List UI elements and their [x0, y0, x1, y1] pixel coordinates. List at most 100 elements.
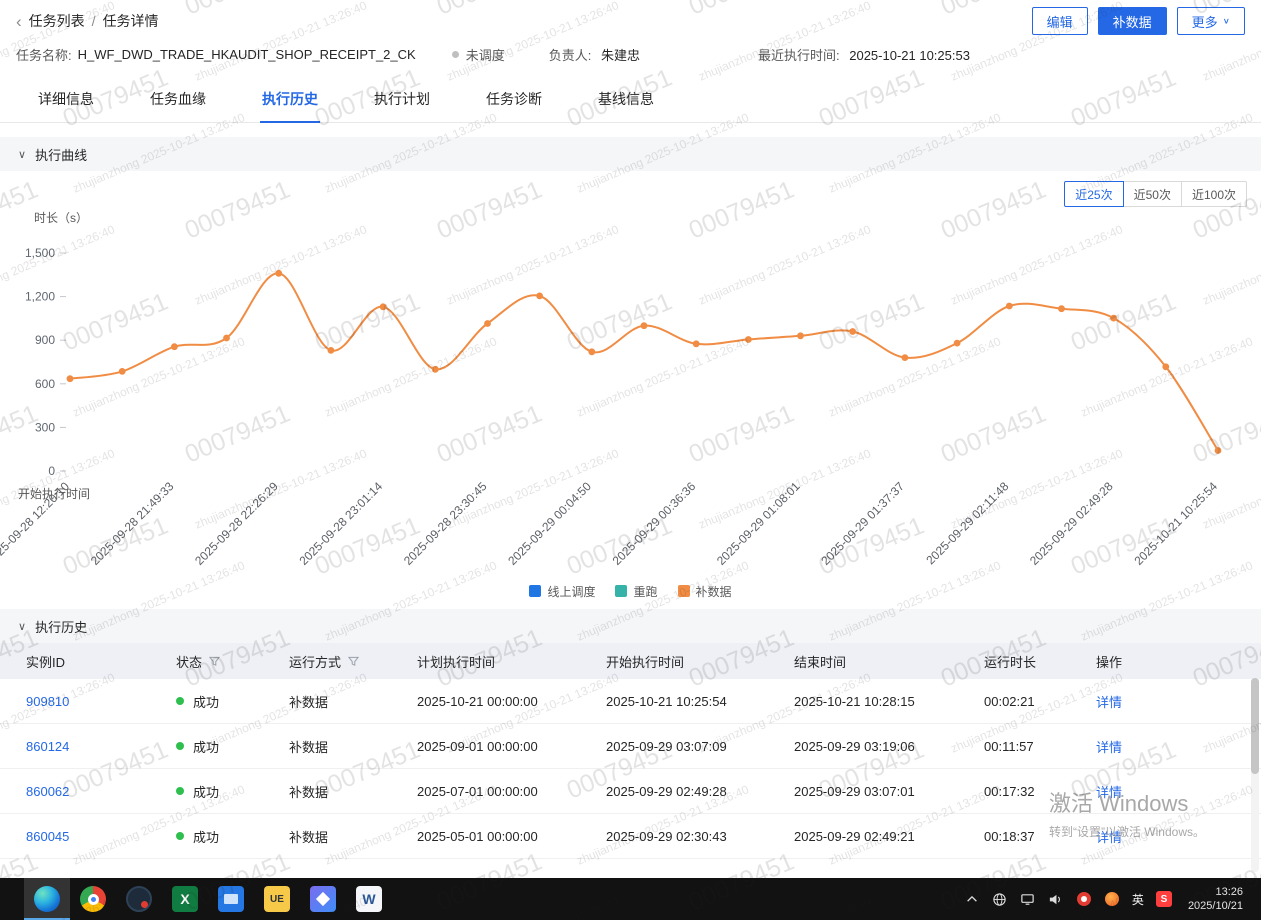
taskbar-app-editor[interactable]: UE — [254, 878, 300, 920]
network-globe-icon[interactable] — [992, 891, 1008, 907]
status-cell: 成功 — [176, 782, 289, 801]
svg-text:2025-09-29 01:37:37: 2025-09-29 01:37:37 — [818, 479, 907, 568]
status-cell: 成功 — [176, 692, 289, 711]
range-button-last-25[interactable]: 近25次 — [1064, 181, 1123, 207]
tab-execution-plan[interactable]: 执行计划 — [346, 76, 458, 122]
instance-id-link[interactable]: 860045 — [26, 829, 69, 844]
start-time-cell: 2025-09-29 02:49:28 — [606, 784, 794, 799]
last-run-label: 最近执行时间: — [758, 48, 840, 63]
taskbar-clock[interactable]: 13:26 2025/10/21 — [1188, 885, 1243, 914]
run-mode-cell: 补数据 — [289, 737, 417, 756]
range-button-last-100[interactable]: 近100次 — [1181, 181, 1247, 207]
svg-text:1,200: 1,200 — [25, 290, 55, 304]
taskbar-app-files[interactable] — [208, 878, 254, 920]
table-row: 909810成功补数据2025-10-21 00:00:002025-10-21… — [0, 679, 1261, 724]
svg-text:300: 300 — [35, 420, 55, 434]
instance-id-link[interactable]: 860062 — [26, 784, 69, 799]
more-button-label: 更多 — [1192, 12, 1218, 31]
taskbar-app-chrome[interactable] — [70, 878, 116, 920]
volume-icon[interactable] — [1048, 891, 1064, 907]
status-cell: 成功 — [176, 737, 289, 756]
success-dot-icon — [176, 697, 184, 705]
column-header: 开始执行时间 — [606, 652, 794, 671]
taskbar-app-edge[interactable] — [24, 878, 70, 920]
taskbar-apps: X UE W — [24, 878, 392, 920]
legend-label: 重跑 — [633, 583, 657, 600]
detail-link[interactable]: 详情 — [1096, 695, 1122, 710]
legend-swatch-icon — [678, 585, 690, 597]
edit-button[interactable]: 编辑 — [1032, 7, 1088, 35]
scrollbar-thumb[interactable] — [1251, 678, 1259, 774]
table-row: 860124成功补数据2025-09-01 00:00:002025-09-29… — [0, 724, 1261, 769]
x-axis-title: 开始执行时间 — [18, 485, 90, 502]
tab-execution-history[interactable]: 执行历史 — [234, 76, 346, 122]
table-scrollbar[interactable] — [1251, 678, 1259, 872]
start-time-cell: 2025-10-21 10:25:54 — [606, 694, 794, 709]
tab-task-lineage[interactable]: 任务血缘 — [122, 76, 234, 122]
ime-language-indicator[interactable]: 英 — [1132, 891, 1144, 908]
taskbar-app-browser[interactable] — [116, 878, 162, 920]
svg-text:1,500: 1,500 — [25, 246, 55, 260]
table-header-row: 实例ID状态运行方式计划执行时间开始执行时间结束时间运行时长操作 — [0, 643, 1261, 679]
detail-link[interactable]: 详情 — [1096, 830, 1122, 845]
range-button-last-50[interactable]: 近50次 — [1123, 181, 1182, 207]
taskbar-app-word[interactable]: W — [346, 878, 392, 920]
breadcrumb-parent[interactable]: 任务列表 — [29, 11, 85, 31]
svg-text:900: 900 — [35, 333, 55, 347]
end-time-cell: 2025-09-29 03:07:01 — [794, 784, 984, 799]
legend-item[interactable]: 补数据 — [678, 583, 732, 600]
collapse-caret-icon[interactable]: ∨ — [18, 148, 26, 161]
breadcrumb: ‹ 任务列表 / 任务详情 — [16, 11, 159, 31]
svg-text:2025-09-29 00:36:36: 2025-09-29 00:36:36 — [610, 479, 699, 568]
tray-expand-icon[interactable] — [964, 891, 980, 907]
taskbar-app-excel[interactable]: X — [162, 878, 208, 920]
history-section-header[interactable]: ∨ 执行历史 — [0, 609, 1261, 643]
legend-item[interactable]: 线上调度 — [529, 583, 595, 600]
breadcrumb-current: 任务详情 — [103, 11, 159, 31]
display-icon[interactable] — [1020, 891, 1036, 907]
svg-text:2025-09-28 23:01:14: 2025-09-28 23:01:14 — [297, 479, 386, 568]
filter-icon[interactable] — [348, 656, 359, 667]
svg-text:2025-09-29 00:04:50: 2025-09-29 00:04:50 — [505, 479, 594, 568]
success-dot-icon — [176, 787, 184, 795]
taskbar-app-design[interactable] — [300, 878, 346, 920]
end-time-cell: 2025-09-29 02:49:21 — [794, 829, 984, 844]
detail-link[interactable]: 详情 — [1096, 740, 1122, 755]
column-header: 实例ID — [26, 652, 176, 671]
svg-text:2025-10-21 10:25:54: 2025-10-21 10:25:54 — [1131, 479, 1220, 568]
update-tray-icon[interactable] — [1104, 891, 1120, 907]
tab-baseline-info[interactable]: 基线信息 — [570, 76, 682, 122]
task-info-bar: 任务名称: H_WF_DWD_TRADE_HKAUDIT_SHOP_RECEIP… — [0, 39, 1261, 76]
more-button[interactable]: 更多 ∨ — [1177, 7, 1245, 35]
sogou-input-icon[interactable]: S — [1156, 891, 1172, 907]
plan-time-cell: 2025-07-01 00:00:00 — [417, 784, 606, 799]
instance-id-link[interactable]: 909810 — [26, 694, 69, 709]
table-body: 909810成功补数据2025-10-21 00:00:002025-10-21… — [0, 679, 1261, 859]
edge-icon — [34, 886, 60, 912]
execution-curve-chart: 时长（s） 03006009001,2001,5002025-09-28 12:… — [0, 207, 1261, 579]
run-mode-cell: 补数据 — [289, 782, 417, 801]
instance-id-link[interactable]: 860124 — [26, 739, 69, 754]
back-icon[interactable]: ‹ — [16, 13, 22, 30]
security-tray-icon[interactable] — [1076, 891, 1092, 907]
backfill-button[interactable]: 补数据 — [1098, 7, 1167, 35]
plan-time-cell: 2025-05-01 00:00:00 — [417, 829, 606, 844]
clock-time: 13:26 — [1188, 885, 1243, 899]
tab-task-diagnosis[interactable]: 任务诊断 — [458, 76, 570, 122]
filter-icon[interactable] — [209, 656, 220, 667]
legend-label: 线上调度 — [547, 583, 595, 600]
svg-text:2025-09-28 21:49:33: 2025-09-28 21:49:33 — [88, 479, 177, 568]
legend-swatch-icon — [615, 585, 627, 597]
tab-detail-info[interactable]: 详细信息 — [10, 76, 122, 122]
excel-icon: X — [172, 886, 198, 912]
task-owner: 负责人: 朱建忠 — [549, 45, 640, 64]
task-name-label: 任务名称: — [16, 45, 72, 64]
detail-link[interactable]: 详情 — [1096, 785, 1122, 800]
collapse-caret-icon[interactable]: ∨ — [18, 620, 26, 633]
chart-legend: 线上调度 重跑 补数据 — [0, 579, 1261, 603]
legend-item[interactable]: 重跑 — [615, 583, 657, 600]
duration-cell: 00:18:37 — [984, 829, 1096, 844]
curve-section-header[interactable]: ∨ 执行曲线 — [0, 137, 1261, 171]
end-time-cell: 2025-09-29 03:19:06 — [794, 739, 984, 754]
svg-text:2025-09-29 02:49:28: 2025-09-29 02:49:28 — [1027, 479, 1116, 568]
